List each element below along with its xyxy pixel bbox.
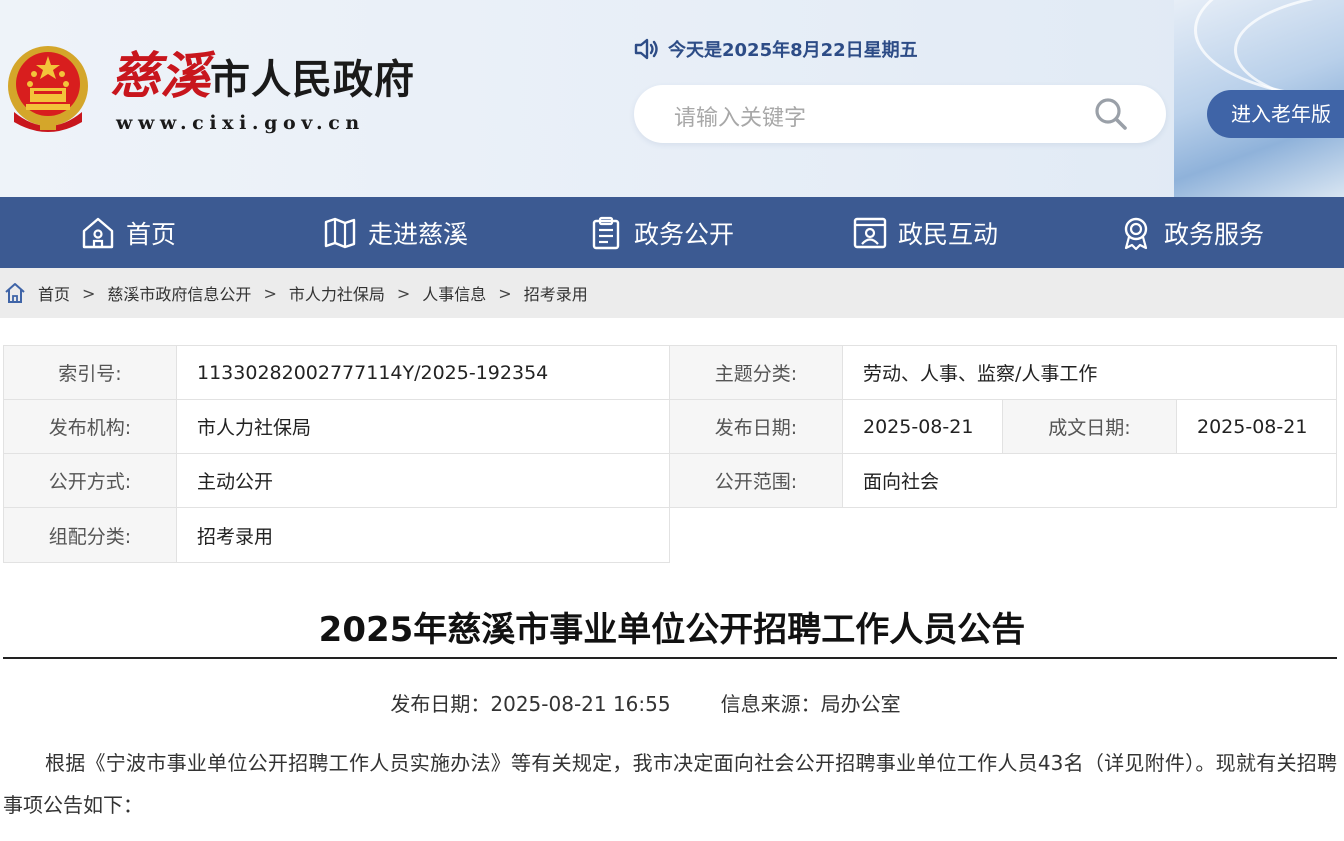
meta-mode-value: 主动公开	[176, 453, 670, 508]
meta-docdate-value: 2025-08-21	[1176, 399, 1337, 454]
breadcrumb-recruitment[interactable]: 招考录用	[524, 281, 588, 305]
meta-topic-label: 主题分类:	[669, 345, 843, 400]
nav-item-about[interactable]: 走进慈溪	[322, 197, 468, 268]
nav-item-services[interactable]: 政务服务	[1118, 197, 1264, 268]
article-date: 发布日期：2025-08-21 16:55	[390, 692, 671, 716]
meta-org-label: 发布机构:	[3, 399, 177, 454]
user-card-icon	[853, 217, 887, 248]
breadcrumb: 首页 > 慈溪市政府信息公开 > 市人力社保局 > 人事信息 > 招考录用	[0, 268, 1344, 318]
breadcrumb-info-disclosure[interactable]: 慈溪市政府信息公开	[107, 281, 251, 305]
home-icon[interactable]	[4, 282, 26, 304]
article-info: 发布日期：2025-08-21 16:55 信息来源：局办公室	[0, 688, 1291, 717]
nav-label: 政务公开	[634, 219, 735, 249]
breadcrumb-separator: >	[263, 283, 277, 303]
title-divider	[3, 657, 1337, 659]
article-title: 2025年慈溪市事业单位公开招聘工作人员公告	[318, 610, 1026, 650]
breadcrumb-personnel-info[interactable]: 人事信息	[422, 281, 486, 305]
meta-mode-label: 公开方式:	[3, 453, 177, 508]
national-emblem-icon	[8, 46, 88, 132]
search-icon[interactable]	[1094, 97, 1128, 131]
meta-index-label: 索引号:	[3, 345, 177, 400]
nav-label: 走进慈溪	[368, 219, 469, 249]
meta-group-label: 组配分类:	[3, 507, 177, 563]
breadcrumb-home[interactable]: 首页	[38, 281, 70, 305]
map-icon	[324, 217, 356, 248]
site-header: 慈溪市人民政府 www.cixi.gov.cn 今天是2025年8月22日星期五…	[0, 0, 1344, 197]
article-paragraph: 根据《宁波市事业单位公开招聘工作人员实施办法》等有关规定，我市决定面向社会公开招…	[3, 751, 1337, 817]
site-url: www.cixi.gov.cn	[116, 112, 365, 134]
meta-pubdate-label: 发布日期:	[669, 399, 843, 454]
meta-docdate-label: 成文日期:	[1002, 399, 1177, 454]
meta-pubdate-value: 2025-08-21	[842, 399, 1003, 454]
nav-label: 政务服务	[1164, 219, 1265, 249]
site-name-rest: 市人民政府	[210, 56, 415, 103]
clipboard-icon	[592, 216, 620, 249]
article-source: 信息来源：局办公室	[720, 692, 901, 716]
breadcrumb-separator: >	[396, 283, 411, 303]
main-nav: 首页 走进慈溪 政务公开 政民互动 政务服务	[0, 197, 1344, 268]
search-input[interactable]: 请输入关键字	[674, 100, 806, 132]
meta-group-value: 招考录用	[176, 507, 670, 563]
nav-item-gov-affairs[interactable]: 政务公开	[588, 197, 734, 268]
meta-topic-value: 劳动、人事、监察/人事工作	[842, 345, 1337, 400]
meta-scope-label: 公开范围:	[669, 453, 843, 508]
meta-scope-value: 面向社会	[842, 453, 1337, 508]
elder-mode-button[interactable]: 进入老年版	[1207, 90, 1344, 138]
home-icon	[82, 217, 114, 248]
search-box[interactable]: 请输入关键字	[634, 85, 1166, 143]
date-line: 今天是2025年8月22日星期五	[634, 36, 918, 62]
nav-item-interaction[interactable]: 政民互动	[852, 197, 998, 268]
nav-label: 政民互动	[898, 219, 999, 249]
breadcrumb-separator: >	[498, 283, 512, 303]
site-name[interactable]: 慈溪市人民政府	[110, 36, 415, 108]
breadcrumb-separator: >	[82, 283, 96, 303]
nav-item-home[interactable]: 首页	[80, 197, 176, 268]
speaker-icon	[634, 38, 658, 60]
meta-org-value: 市人力社保局	[176, 399, 670, 454]
breadcrumb-hr-bureau[interactable]: 市人力社保局	[289, 281, 385, 305]
nav-label: 首页	[126, 219, 177, 249]
date-text: 今天是2025年8月22日星期五	[668, 40, 918, 61]
meta-index-value: 11330282002777114Y/2025-192354	[176, 345, 670, 400]
award-icon	[1124, 217, 1148, 250]
site-name-red: 慈溪	[110, 46, 210, 105]
